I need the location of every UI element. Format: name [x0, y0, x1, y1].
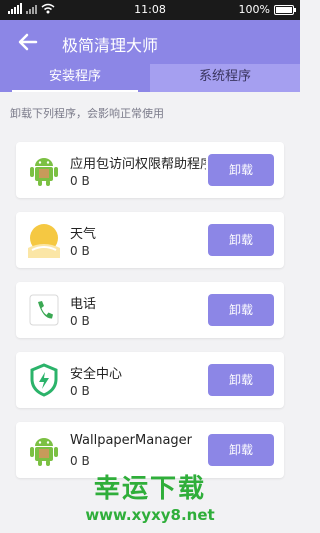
page-title: 极简清理大师	[62, 36, 159, 55]
list-item: 应用包访问权限帮助程序 0 B 卸载	[16, 142, 284, 198]
weather-sun-icon	[26, 222, 62, 258]
list-item: 电话 0 B 卸载	[16, 282, 284, 338]
app-size: 0 B	[70, 244, 90, 258]
app-name: 电话	[70, 297, 97, 312]
back-arrow-icon[interactable]	[16, 30, 40, 54]
tab-installed-label: 安装程序	[48, 69, 101, 84]
uninstall-button[interactable]: 卸载	[208, 434, 274, 466]
tab-system[interactable]: 系统程序	[150, 64, 300, 92]
watermark-url: www.xyxy8.net	[85, 506, 215, 524]
watermark-title: 幸运下载	[93, 474, 206, 504]
app-size: 0 B	[70, 314, 90, 328]
uninstall-warning: 卸载下列程序，会影响正常使用	[10, 107, 164, 120]
battery-icon	[274, 4, 296, 15]
android-icon	[26, 432, 62, 468]
uninstall-button[interactable]: 卸载	[208, 224, 274, 256]
app-bar: 极简清理大师	[0, 20, 300, 64]
app-size: 0 B	[70, 384, 90, 398]
android-icon	[26, 152, 62, 188]
app-size: 0 B	[70, 174, 90, 188]
tab-indicator	[12, 90, 138, 92]
uninstall-button[interactable]: 卸载	[208, 154, 274, 186]
uninstall-button[interactable]: 卸载	[208, 364, 274, 396]
app-name: WallpaperManager	[70, 433, 193, 448]
app-name: 天气	[70, 227, 97, 242]
tab-bar: 安装程序 系统程序	[0, 64, 300, 92]
shield-icon	[26, 362, 62, 398]
status-bar: 11:08 100%	[0, 0, 300, 20]
app-size: 0 B	[70, 454, 90, 468]
phone-icon	[26, 292, 62, 328]
app-name: 安全中心	[70, 367, 123, 382]
battery-status: 100%	[238, 3, 296, 16]
list-item: 天气 0 B 卸载	[16, 212, 284, 268]
battery-percent: 100%	[238, 3, 270, 16]
uninstall-button[interactable]: 卸载	[208, 294, 274, 326]
tab-installed[interactable]: 安装程序	[0, 64, 150, 92]
tab-system-label: 系统程序	[198, 69, 251, 84]
list-item: 安全中心 0 B 卸载	[16, 352, 284, 408]
app-name: 应用包访问权限帮助程序	[70, 157, 206, 172]
